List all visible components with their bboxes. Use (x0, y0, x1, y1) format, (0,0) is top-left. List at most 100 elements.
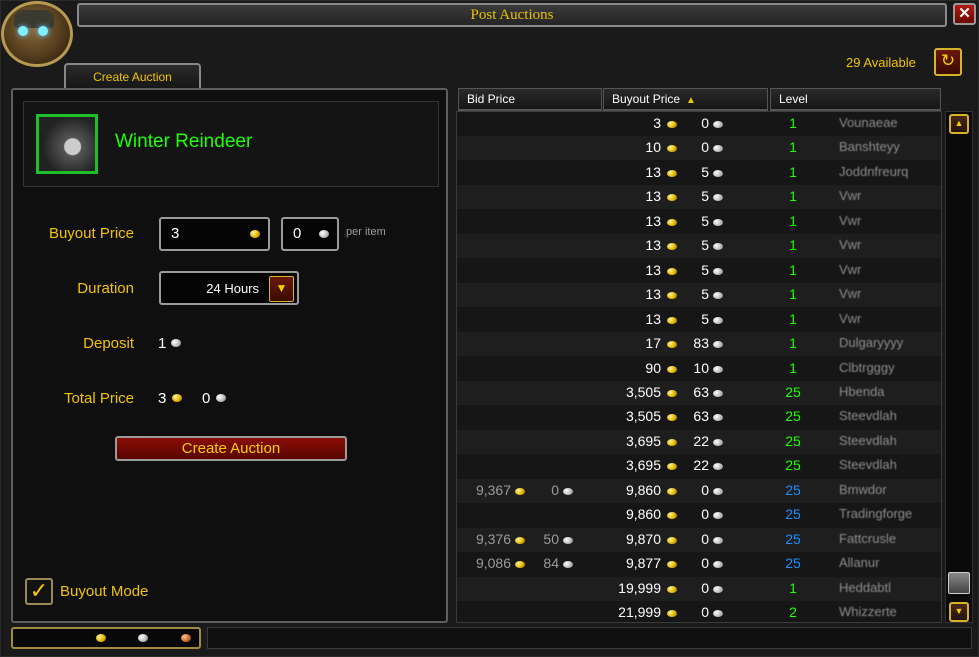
auction-row[interactable]: 3,695 22 25 Steevdlah (457, 454, 941, 478)
deposit-label: Deposit (83, 335, 134, 352)
buyout-price-label: Buyout Price (48, 225, 134, 242)
auction-window: Post Auctions ✕ Create Auction Winter Re… (0, 0, 979, 657)
level-value: 1 (789, 360, 797, 376)
item-bell-icon[interactable] (36, 114, 98, 174)
buyout-mode-checkbox[interactable]: ✓ (25, 578, 53, 605)
item-name: Winter Reindeer (115, 131, 253, 152)
buyout-gold-value: 13 (645, 286, 661, 302)
seller-name: Hbenda (839, 384, 885, 399)
scroll-down-button[interactable]: ▼ (949, 602, 969, 622)
buyout-silver-value: 63 (693, 408, 709, 424)
buyout-gold-value: 9,860 (625, 506, 661, 522)
auction-row[interactable]: 13 5 1 Vwr (457, 308, 941, 332)
total-price-label: Total Price (63, 390, 134, 407)
buyout-silver-value: 0 (701, 555, 709, 571)
auction-row[interactable]: 13 5 1 Vwr (457, 210, 941, 234)
portrait-hat (14, 10, 54, 28)
auction-row[interactable]: 9,367 0 9,860 0 25 Bmwdor (457, 479, 941, 503)
buyout-gold-value: 3,505 (625, 408, 661, 424)
buyout-silver-input[interactable]: 0 (281, 217, 339, 251)
buyout-gold-input[interactable]: 3 (159, 217, 270, 251)
silver-coin-icon (563, 537, 573, 544)
silver-coin-icon (713, 243, 723, 250)
seller-name: Heddabtl (839, 580, 892, 595)
tab-create-auction[interactable]: Create Auction (64, 63, 201, 90)
auction-row[interactable]: 9,860 0 25 Tradingforge (457, 503, 941, 527)
auction-row[interactable]: 19,999 0 1 Heddabtl (457, 577, 941, 601)
gold-coin-icon (667, 341, 677, 348)
duration-dropdown[interactable]: 24 Hours ▼ (159, 271, 299, 305)
gold-coin-icon (667, 390, 677, 397)
bid-gold-value: 9,376 (475, 531, 511, 547)
silver-coin-icon (563, 488, 573, 495)
refresh-button[interactable]: ↻ (934, 48, 962, 76)
gold-coin-icon (667, 366, 677, 373)
scroll-up-button[interactable]: ▲ (949, 114, 969, 134)
auction-row[interactable]: 21,999 0 2 Whizzerte (457, 601, 941, 622)
auction-row[interactable]: 9,376 50 9,870 0 25 Fattcrusle (457, 528, 941, 552)
auction-row[interactable]: 3,505 63 25 Steevdlah (457, 405, 941, 429)
auction-row[interactable]: 3,505 63 25 Hbenda (457, 381, 941, 405)
close-button[interactable]: ✕ (953, 3, 976, 25)
silver-coin-icon (713, 292, 723, 299)
list-scrollbar[interactable]: ▲ ▼ (945, 111, 973, 623)
gold-coin-icon (667, 243, 677, 250)
auction-row[interactable]: 13 5 1 Vwr (457, 185, 941, 209)
seller-name: Clbtrgggy (839, 360, 895, 375)
gold-coin-icon (667, 292, 677, 299)
seller-name: Tradingforge (839, 506, 913, 521)
gold-coin-icon (667, 561, 677, 568)
title-bar[interactable]: Post Auctions (77, 3, 947, 27)
auction-row[interactable]: 9,086 84 9,877 0 25 Allanur (457, 552, 941, 576)
auction-row[interactable]: 13 5 1 Vwr (457, 283, 941, 307)
gold-coin-icon (515, 561, 525, 568)
silver-coin-icon (713, 341, 723, 348)
auction-row[interactable]: 17 83 1 Dulgaryyyy (457, 332, 941, 356)
auction-row[interactable]: 13 5 1 Vwr (457, 259, 941, 283)
auction-row[interactable]: 90 10 1 Clbtrgggy (457, 357, 941, 381)
seller-name: Vwr (839, 262, 862, 277)
buyout-silver-value: 10 (693, 360, 709, 376)
buyout-silver-value: 22 (693, 457, 709, 473)
gold-coin-icon (667, 488, 677, 495)
level-value: 1 (789, 115, 797, 131)
column-bid-price[interactable]: Bid Price (458, 88, 602, 111)
level-value: 25 (785, 457, 801, 473)
auction-row[interactable]: 13 5 1 Joddnfreurq (457, 161, 941, 185)
silver-coin-icon (713, 561, 723, 568)
bid-silver-value: 0 (551, 482, 559, 498)
silver-coin-icon (713, 170, 723, 177)
auction-row[interactable]: 10 0 1 Banshteyy (457, 136, 941, 160)
column-buyout-price[interactable]: Buyout Price ▲ (603, 88, 768, 111)
create-auction-button[interactable]: Create Auction (115, 436, 347, 461)
level-value: 1 (789, 580, 797, 596)
level-value: 25 (785, 531, 801, 547)
auction-row[interactable]: 13 5 1 Vwr (457, 234, 941, 258)
seller-name: Steevdlah (839, 457, 897, 472)
silver-coin-icon (713, 414, 723, 421)
gold-coin-icon (667, 268, 677, 275)
column-bid-price-label: Bid Price (467, 92, 516, 106)
buyout-gold-value: 90 (645, 360, 661, 376)
gold-coin-icon (667, 219, 677, 226)
auction-row[interactable]: 3,695 22 25 Steevdlah (457, 430, 941, 454)
seller-name: Fattcrusle (839, 531, 897, 546)
column-level[interactable]: Level (770, 88, 941, 111)
silver-coin-icon (713, 390, 723, 397)
silver-coin-icon (713, 268, 723, 275)
buyout-gold-value: 21,999 (618, 604, 661, 620)
silver-coin-icon (713, 145, 723, 152)
buyout-silver-value: 0 (701, 604, 709, 620)
buyout-silver-value: 0 (701, 506, 709, 522)
buyout-silver-value: 22 (693, 433, 709, 449)
buyout-silver-value: 83 (693, 335, 709, 351)
available-count: 29 Available (846, 55, 916, 70)
seller-name: Vwr (839, 237, 862, 252)
column-level-label: Level (779, 92, 808, 106)
auction-list: 3 0 1 Vounaeae 10 0 1 Banshteyy 13 5 1 Joddnfreurq 1… (456, 111, 942, 623)
scroll-thumb[interactable] (948, 572, 970, 594)
auction-row[interactable]: 3 0 1 Vounaeae (457, 112, 941, 136)
silver-coin-icon (563, 561, 573, 568)
dropdown-arrow-icon[interactable]: ▼ (269, 276, 294, 302)
buyout-silver-value: 5 (701, 286, 709, 302)
